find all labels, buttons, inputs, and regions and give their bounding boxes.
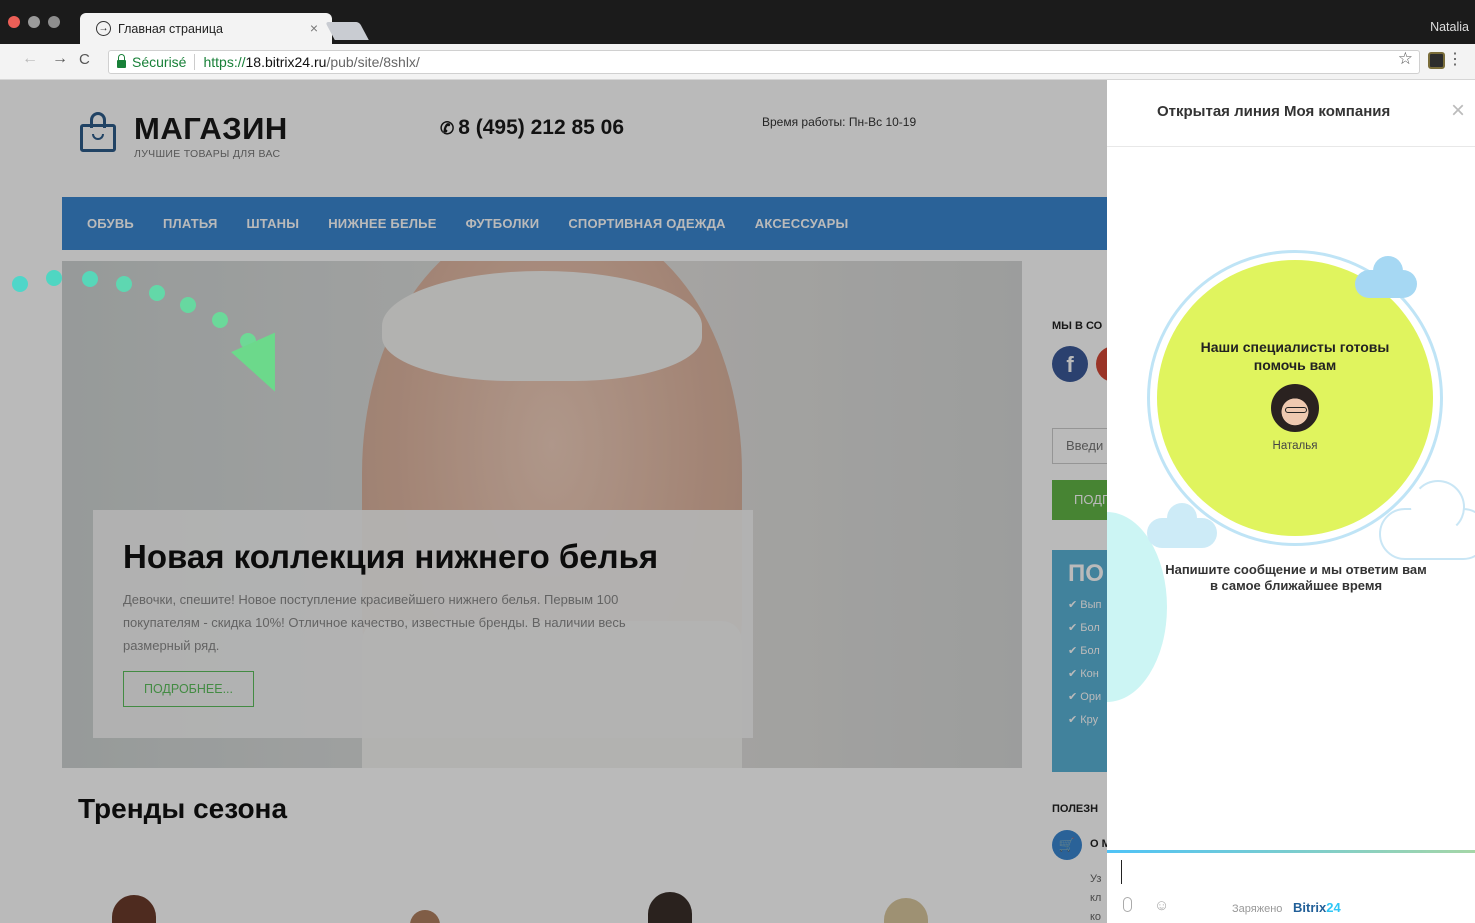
screen: → Главная страница × Natalia ← → C Sécur… [0, 0, 1475, 923]
browser-menu-icon[interactable]: ⋮ [1447, 49, 1463, 69]
browser-titlebar: → Главная страница × Natalia [0, 0, 1475, 44]
cloud-icon [1147, 503, 1217, 548]
paperclip-icon[interactable] [1123, 897, 1132, 912]
reload-icon[interactable]: C [79, 51, 90, 68]
decor-dot [116, 276, 132, 292]
url-host: 18.bitrix24.ru [245, 54, 327, 70]
profile-name[interactable]: Natalia [1430, 20, 1469, 34]
browser-toolbar: ← → C Sécurisé https:// 18.bitrix24.ru /… [0, 44, 1475, 80]
bitrix24-logo[interactable]: Bitrix24 [1293, 900, 1341, 915]
url-scheme: https:// [203, 54, 246, 70]
decor-dot [12, 276, 28, 292]
extension-icon[interactable] [1428, 52, 1445, 69]
back-arrow-icon[interactable]: ← [22, 50, 38, 68]
lock-icon [117, 54, 126, 68]
chat-header: Открытая линия Моя компания × [1107, 80, 1475, 147]
operator-heading: Наши специалисты готовы помочь вам [1200, 339, 1390, 373]
tab-close-icon[interactable]: × [310, 20, 318, 36]
chat-hint: Напишите сообщение и мы ответим вам в са… [1165, 562, 1427, 593]
brand-main: Bitrix [1293, 900, 1327, 915]
forward-arrow-icon[interactable]: → [52, 50, 68, 68]
close-icon[interactable]: × [1451, 98, 1465, 124]
input-divider [1107, 850, 1475, 853]
powered-by-label: Заряжено [1232, 903, 1283, 915]
secure-label: Sécurisé [132, 54, 187, 70]
brand-num: 24 [1326, 900, 1341, 915]
operator-avatar [1269, 382, 1321, 434]
decor-dot [180, 297, 196, 313]
operator-name: Наталья [1272, 440, 1318, 452]
chat-title: Открытая линия Моя компания [1157, 103, 1391, 120]
url-separator [194, 54, 196, 70]
cloud-icon [1355, 256, 1417, 298]
modal-overlay[interactable] [0, 80, 1107, 923]
decor-dot [212, 312, 228, 328]
decor-dot [82, 271, 98, 287]
decor-dot [149, 285, 165, 301]
cloud-icon [1379, 480, 1475, 560]
tab-title: Главная страница [118, 21, 223, 36]
url-path: /pub/site/8shlx/ [326, 54, 420, 70]
window-zoom-button[interactable] [48, 16, 60, 28]
bookmark-star-icon[interactable]: ☆ [1398, 49, 1413, 69]
window-close-button[interactable] [8, 16, 20, 28]
browser-tab[interactable]: → Главная страница × [80, 13, 332, 44]
address-bar[interactable]: Sécurisé https:// 18.bitrix24.ru /pub/si… [108, 50, 1420, 74]
arrow-right-circle-icon: → [96, 21, 111, 36]
window-minimize-button[interactable] [28, 16, 40, 28]
message-input[interactable] [1121, 860, 1421, 884]
openline-chat-panel: Открытая линия Моя компания × Наши специ… [1107, 80, 1475, 923]
decor-dot [46, 270, 62, 286]
smile-icon[interactable]: ☺ [1154, 898, 1169, 913]
